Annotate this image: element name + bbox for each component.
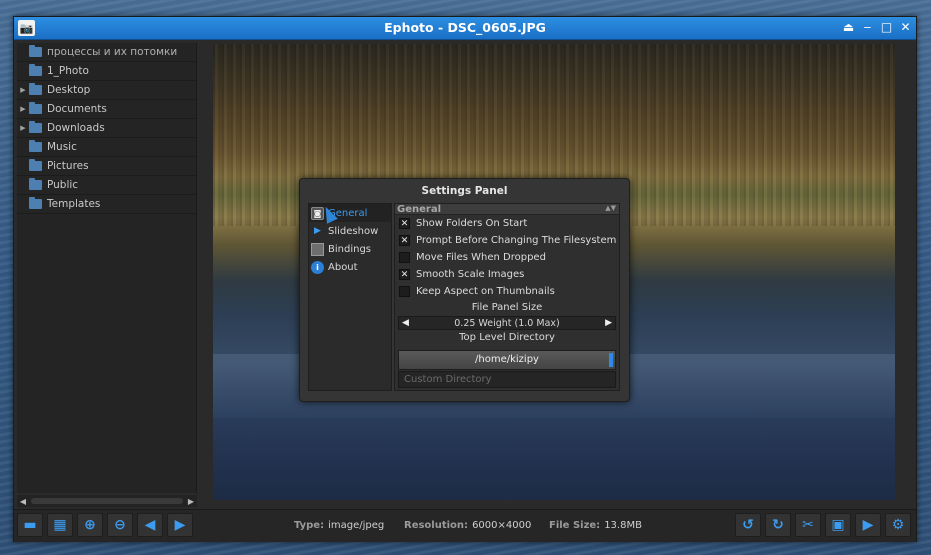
folder-icon [29, 121, 42, 133]
checkbox[interactable]: ✕ [399, 235, 410, 246]
shade-button[interactable]: ⏏ [842, 20, 855, 35]
tree-item-label: Documents [47, 103, 107, 115]
arrow-left-icon[interactable]: ◀ [137, 513, 163, 537]
nav-item-bindings[interactable]: Bindings [309, 240, 391, 258]
option-smooth-scale[interactable]: ✕ Smooth Scale Images [395, 266, 619, 283]
settings-content: General ▲▼ ✕ Show Folders On Start ✕ Pro… [394, 203, 620, 391]
rotate-ccw-icon[interactable]: ↺ [735, 513, 761, 537]
tree-item-label: 1_Photo [47, 65, 89, 77]
scroll-left-icon[interactable]: ◀ [17, 497, 29, 506]
tree-item[interactable]: ▶ Documents [17, 100, 196, 119]
nav-item-label: Bindings [328, 243, 371, 255]
tree-item[interactable]: Public [17, 176, 196, 195]
tree-item[interactable]: ▶ Desktop [17, 81, 196, 100]
custom-directory-input[interactable]: Custom Directory [398, 371, 616, 388]
expand-icon[interactable]: ▶ [17, 105, 29, 113]
scroll-arrows-icon[interactable]: ▲▼ [605, 204, 616, 214]
close-button[interactable]: ✕ [899, 20, 912, 35]
tree-item-label: Desktop [47, 84, 91, 96]
play-icon: ▶ [314, 226, 321, 236]
checkbox[interactable]: ✕ [399, 269, 410, 280]
grid-icon[interactable]: ▦ [47, 513, 73, 537]
info-icon: i [311, 260, 324, 274]
maximize-button[interactable]: □ [880, 20, 893, 35]
type-info: Type: image/jpeg [294, 520, 385, 531]
minimize-button[interactable]: ‒ [861, 20, 874, 35]
option-move-files[interactable]: Move Files When Dropped [395, 249, 619, 266]
folder-icon[interactable]: ▬ [17, 513, 43, 537]
nav-item-about[interactable]: i About [309, 258, 391, 276]
folder-icon [29, 197, 42, 209]
top-level-dir-label: Top Level Directory [459, 332, 555, 343]
expand-icon[interactable]: ▶ [17, 86, 29, 94]
option-show-folders[interactable]: ✕ Show Folders On Start [395, 215, 619, 232]
play-icon[interactable]: ▶ [855, 513, 881, 537]
folder-icon [29, 159, 42, 171]
option-label: Smooth Scale Images [416, 269, 525, 280]
expand-icon[interactable]: ▶ [17, 124, 29, 132]
option-label: Keep Aspect on Thumbnails [416, 286, 555, 297]
window-title: Ephoto - DSC_0605.JPG [384, 20, 546, 35]
tree-item-label: Downloads [47, 122, 105, 134]
folder-icon [29, 64, 42, 76]
tree-item[interactable]: процессы и их потомки [17, 43, 196, 62]
arrow-right-icon[interactable]: ▶ [167, 513, 193, 537]
section-header: General ▲▼ [395, 204, 619, 215]
resolution-info: Resolution: 6000×4000 [404, 520, 532, 531]
scroll-track[interactable] [31, 498, 183, 504]
zoom-out-icon[interactable]: ⊖ [107, 513, 133, 537]
tree-item[interactable]: ▶ Downloads [17, 119, 196, 138]
zoom-in-icon[interactable]: ⊕ [77, 513, 103, 537]
settings-icon[interactable]: ⚙ [885, 513, 911, 537]
tree-item-label: Music [47, 141, 77, 153]
keyboard-icon [311, 242, 324, 256]
folder-icon [29, 140, 42, 152]
bottom-toolbar: ▬ ▦ ⊕ ⊖ ◀ ▶ Type: image/jpeg Resolution: 6… [14, 509, 916, 542]
folder-icon [29, 178, 42, 190]
tree-item[interactable]: Pictures [17, 157, 196, 176]
chevron-left-icon[interactable]: ◀ [402, 318, 409, 328]
tree-item[interactable]: Music [17, 138, 196, 157]
option-label: Prompt Before Changing The Filesystem [416, 235, 617, 246]
file-panel-size-slider[interactable]: ◀ 0.25 Weight (1.0 Max) ▶ [398, 316, 616, 330]
slider-value: 0.25 Weight (1.0 Max) [454, 317, 560, 329]
checkbox[interactable] [399, 286, 410, 297]
file-tree-panel: процессы и их потомки 1_Photo ▶ Desktop … [17, 43, 197, 493]
rotate-cw-icon[interactable]: ↻ [765, 513, 791, 537]
settings-nav: ◙ General ▶ Slideshow Bindings i About [308, 203, 392, 391]
filesize-info: File Size: 13.8MB [549, 520, 642, 531]
settings-title: Settings Panel [421, 185, 508, 197]
settings-panel: Settings Panel ◙ General ▶ Slideshow Bin… [299, 178, 630, 402]
scroll-right-icon[interactable]: ▶ [185, 497, 197, 506]
folder-icon [29, 45, 42, 57]
tree-item-label: Public [47, 179, 79, 191]
option-keep-aspect[interactable]: Keep Aspect on Thumbnails [395, 283, 619, 300]
tree-item[interactable]: 1_Photo [17, 62, 196, 81]
folder-icon [29, 83, 42, 95]
chevron-right-icon[interactable]: ▶ [605, 318, 612, 328]
title-bar[interactable]: 📷 Ephoto - DSC_0605.JPG ⏏ ‒ □ ✕ [14, 17, 916, 40]
tree-item-label: Pictures [47, 160, 89, 172]
option-label: Move Files When Dropped [416, 252, 546, 263]
tree-item-label: Templates [47, 198, 101, 210]
folder-icon [29, 102, 42, 114]
checkbox[interactable]: ✕ [399, 218, 410, 229]
nav-item-label: About [328, 261, 358, 273]
save-icon[interactable]: ▣ [825, 513, 851, 537]
option-prompt-filesystem[interactable]: ✕ Prompt Before Changing The Filesystem [395, 232, 619, 249]
tree-item[interactable]: Templates [17, 195, 196, 214]
checkbox[interactable] [399, 252, 410, 263]
file-tree-scrollbar[interactable]: ◀ ▶ [17, 495, 197, 507]
tree-item-label: процессы и их потомки [47, 46, 178, 58]
scissors-icon[interactable]: ✂ [795, 513, 821, 537]
option-label: Show Folders On Start [416, 218, 528, 229]
file-panel-size-label: File Panel Size [471, 302, 543, 313]
nav-item-slideshow[interactable]: ▶ Slideshow [309, 222, 391, 240]
nav-item-label: Slideshow [328, 225, 379, 237]
ephoto-window: 📷 Ephoto - DSC_0605.JPG ⏏ ‒ □ ✕ процессы… [13, 16, 917, 542]
top-level-dir-button[interactable]: /home/kizipy [398, 350, 616, 370]
